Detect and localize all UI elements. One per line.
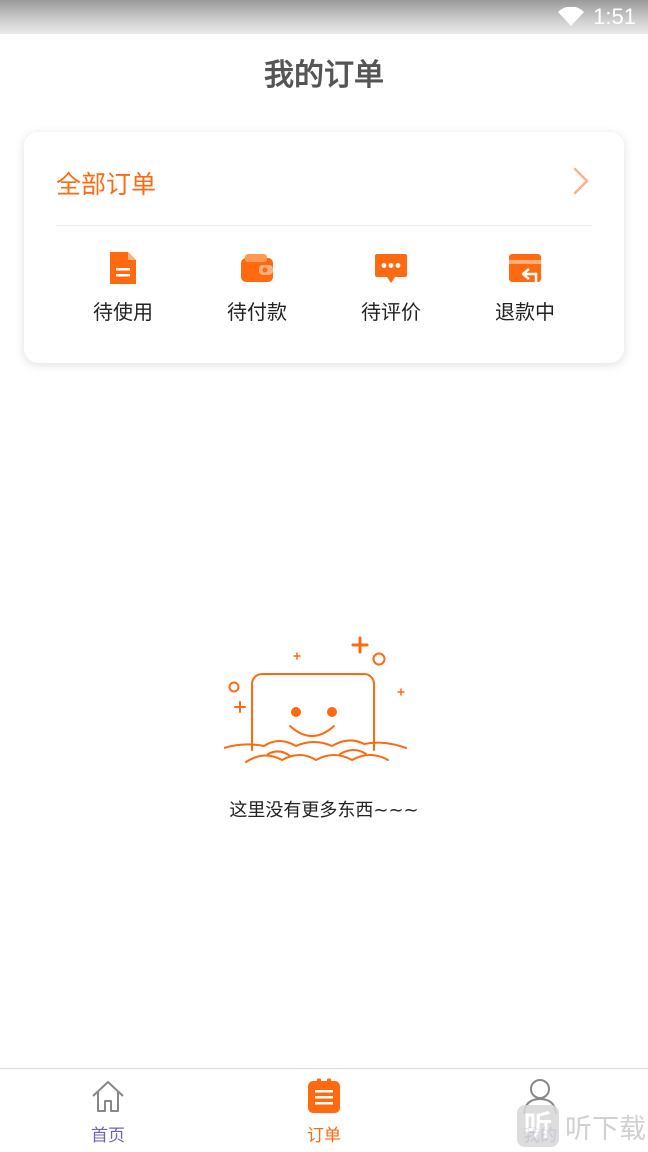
- tab-orders[interactable]: 订单: [216, 1069, 432, 1152]
- orders-card: 全部订单 待使用 待付款 待评价 退款中: [24, 132, 624, 363]
- page-title: 我的订单: [264, 58, 384, 93]
- watermark: 听 听下载: [517, 1102, 646, 1150]
- empty-message: 这里没有更多东西~~~: [229, 800, 419, 821]
- empty-state: 这里没有更多东西~~~: [0, 630, 648, 821]
- tab-label: 首页: [91, 1126, 125, 1146]
- order-status-actions: 待使用 待付款 待评价 退款中: [56, 242, 592, 342]
- home-icon: [92, 1081, 124, 1112]
- all-orders-row[interactable]: 全部订单: [24, 132, 624, 226]
- status-bar: 1:51: [0, 0, 648, 34]
- orders-icon: [308, 1078, 340, 1113]
- action-refunding[interactable]: 退款中: [470, 242, 580, 342]
- all-orders-label: 全部订单: [56, 170, 157, 199]
- card-divider: [56, 225, 592, 226]
- action-label: 待使用: [93, 300, 153, 324]
- action-label: 退款中: [495, 300, 555, 324]
- smiley-box-illustration: [224, 636, 407, 763]
- wifi-icon: [558, 7, 584, 26]
- watermark-text: 听下载: [565, 1113, 646, 1145]
- wallet-icon: [241, 254, 273, 282]
- action-pending-use[interactable]: 待使用: [68, 242, 178, 342]
- action-pending-review[interactable]: 待评价: [336, 242, 446, 342]
- action-label: 待付款: [227, 300, 287, 324]
- tab-home[interactable]: 首页: [0, 1069, 216, 1152]
- action-label: 待评价: [361, 300, 421, 324]
- tab-label: 订单: [307, 1126, 341, 1146]
- status-time: 1:51: [593, 4, 636, 29]
- watermark-badge: 听: [517, 1105, 559, 1147]
- action-pending-payment[interactable]: 待付款: [202, 242, 312, 342]
- chevron-right-icon: [573, 167, 589, 195]
- refund-card-icon: [509, 254, 541, 282]
- document-icon: [110, 252, 136, 284]
- comment-icon: [375, 254, 407, 283]
